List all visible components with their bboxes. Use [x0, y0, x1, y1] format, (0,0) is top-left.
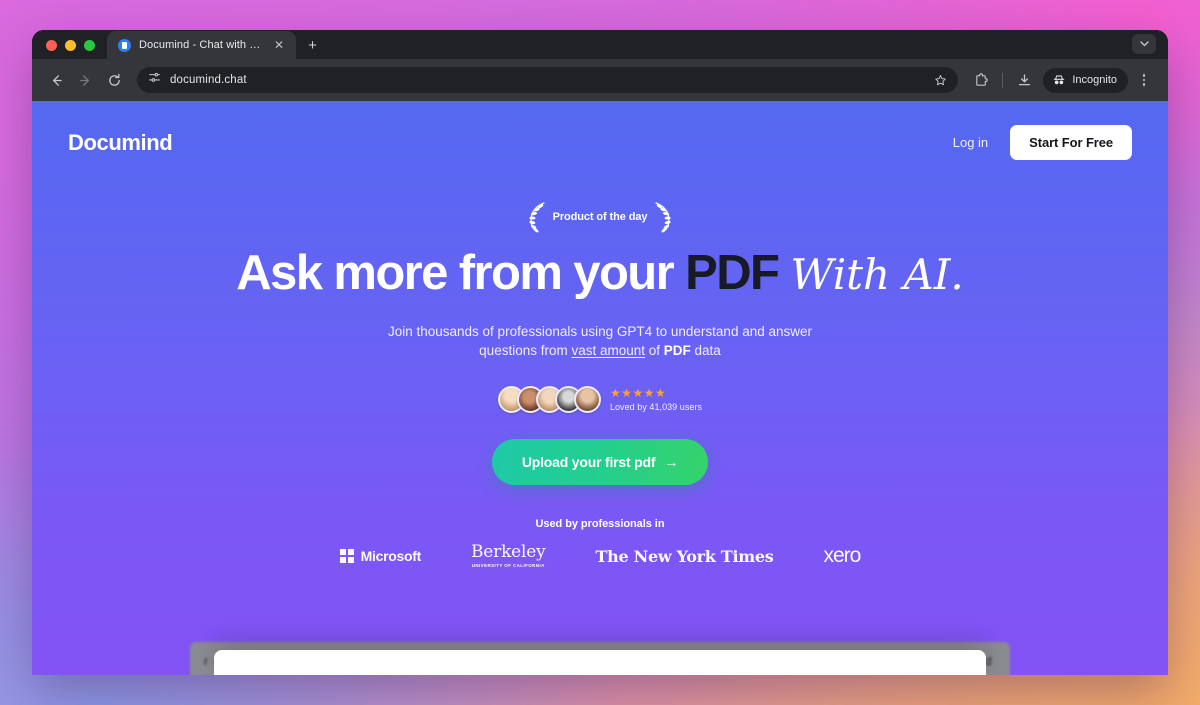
maximize-window-button[interactable]: [84, 40, 95, 51]
bookmark-star-icon[interactable]: [934, 74, 947, 87]
headline-script: With AI.: [790, 250, 964, 299]
upload-files-modal: Upload Files ✕: [214, 650, 986, 675]
modal-header: Upload Files ✕: [214, 650, 986, 675]
berkeley-sublabel: UNIVERSITY OF CALIFORNIA: [471, 563, 545, 569]
microsoft-logo: Microsoft: [339, 548, 422, 565]
minimize-window-button[interactable]: [65, 40, 76, 51]
used-by-label: Used by professionals in: [535, 518, 665, 531]
site-logo[interactable]: Documind: [68, 130, 173, 156]
tab-strip: Documind - Chat with PDF AI ✕ +: [32, 30, 1168, 59]
incognito-indicator[interactable]: Incognito: [1043, 67, 1128, 93]
close-window-button[interactable]: [46, 40, 57, 51]
laurel-left-icon: [528, 202, 545, 233]
incognito-label: Incognito: [1072, 74, 1117, 86]
xero-logo: xero: [823, 544, 861, 568]
back-icon[interactable]: [43, 67, 69, 93]
page-title: Ask more from your PDF With AI.: [32, 247, 1168, 300]
reload-icon[interactable]: [101, 67, 127, 93]
hero-subtitle: Join thousands of professionals using GP…: [32, 322, 1168, 360]
upload-button-label: Upload your first pdf: [521, 454, 656, 471]
product-of-the-day-badge: Product of the day: [527, 200, 674, 234]
close-tab-icon[interactable]: ✕: [272, 37, 286, 53]
arrow-right-icon: →: [664, 454, 679, 471]
berkeley-logo: Berkeley UNIVERSITY OF CALIFORNIA: [471, 544, 546, 569]
laurel-right-icon: [655, 202, 672, 233]
download-icon[interactable]: [1011, 67, 1037, 93]
rating-block: ★★★★★ Loved by 41,039 users: [610, 387, 702, 412]
subtitle-line-2c: data: [690, 343, 721, 359]
tab-title: Documind - Chat with PDF AI: [139, 39, 264, 51]
subtitle-pdf: PDF: [663, 343, 691, 359]
start-for-free-button[interactable]: Start For Free: [1010, 125, 1132, 160]
nyt-logo: The New York Times: [595, 546, 774, 566]
forward-icon[interactable]: [72, 67, 98, 93]
subtitle-line-1: Join thousands of professionals using GP…: [387, 323, 812, 339]
brand-logos: Microsoft Berkeley UNIVERSITY OF CALIFOR…: [32, 544, 1168, 569]
extensions-puzzle-icon[interactable]: [968, 67, 994, 93]
kebab-menu-icon[interactable]: [1131, 67, 1157, 93]
avatar: [573, 386, 601, 414]
browser-toolbar: documind.chat Incognito: [32, 59, 1168, 101]
social-proof: ★★★★★ Loved by 41,039 users: [32, 386, 1168, 414]
vast-amount-link[interactable]: vast amount: [571, 343, 645, 358]
subtitle-line-2a: questions from: [479, 343, 572, 359]
hero-section: Product of the day Ask more from your PD…: [32, 160, 1168, 569]
site-header: Documind Log in Start For Free: [32, 101, 1168, 160]
window-controls[interactable]: [32, 40, 107, 59]
star-rating-icon: ★★★★★: [609, 386, 667, 401]
upload-first-pdf-button[interactable]: Upload your first pdf →: [491, 439, 709, 486]
berkeley-label: Berkeley: [470, 542, 546, 563]
tune-icon[interactable]: [148, 71, 161, 89]
toolbar-divider: [1002, 72, 1004, 88]
url-text: documind.chat: [170, 74, 247, 86]
avatar-group: [497, 386, 601, 414]
header-nav: Log in Start For Free: [953, 125, 1132, 160]
headline-part-1: Ask more from your: [236, 246, 674, 300]
new-tab-button[interactable]: +: [308, 38, 317, 53]
subtitle-line-2b: of: [645, 343, 664, 359]
browser-tab[interactable]: Documind - Chat with PDF AI ✕: [107, 31, 297, 59]
login-link[interactable]: Log in: [953, 135, 988, 150]
incognito-icon: [1054, 75, 1065, 85]
headline-pdf: PDF: [685, 246, 780, 300]
badge-label: Product of the day: [552, 211, 648, 223]
browser-window: Documind - Chat with PDF AI ✕ +: [32, 30, 1168, 675]
loved-by-count: Loved by 41,039 users: [609, 402, 703, 413]
address-bar[interactable]: documind.chat: [137, 67, 959, 93]
page-viewport: Documind Log in Start For Free Product o…: [32, 101, 1168, 675]
microsoft-icon: [339, 549, 354, 564]
document-favicon: [118, 38, 131, 52]
microsoft-label: Microsoft: [360, 548, 422, 565]
chevron-down-icon[interactable]: [1132, 34, 1156, 54]
